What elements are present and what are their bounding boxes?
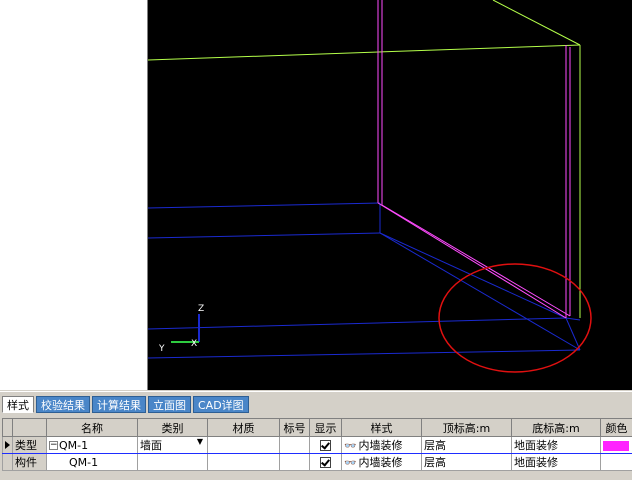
app-window: Z Y X 样式 校验结果 计算结果 立面图 CAD详图 名称 类别 — [0, 0, 632, 479]
header-category[interactable]: 类别 — [138, 419, 208, 437]
tab-calc-results[interactable]: 计算结果 — [92, 396, 146, 413]
top-elevation-cell[interactable]: 层高 — [422, 454, 512, 471]
row-indicator — [3, 437, 13, 454]
tab-style[interactable]: 样式 — [2, 396, 34, 413]
binoculars-icon: 👓 — [344, 458, 356, 469]
viewport-canvas[interactable]: Z Y X — [148, 0, 632, 390]
grade-cell[interactable] — [280, 437, 310, 454]
display-cell[interactable] — [310, 437, 342, 454]
name-value: QM-1 — [59, 439, 88, 452]
display-cell[interactable] — [310, 454, 342, 471]
color-cell[interactable] — [601, 454, 632, 471]
style-cell[interactable]: 👓内墙装修 — [342, 454, 422, 471]
name-cell[interactable]: −QM-1 — [47, 437, 138, 454]
header-bottom-elevation[interactable]: 底标高:m — [512, 419, 601, 437]
top-elevation-cell[interactable]: 层高 — [422, 437, 512, 454]
current-row-icon — [5, 441, 10, 449]
header-corner — [3, 419, 13, 437]
header-type-col — [13, 419, 47, 437]
row-type: 构件 — [13, 454, 47, 471]
row-indicator — [3, 454, 13, 471]
header-top-elevation[interactable]: 顶标高:m — [422, 419, 512, 437]
bottom-elevation-cell[interactable]: 地面装修 — [512, 437, 601, 454]
display-checkbox[interactable] — [320, 440, 331, 451]
grid-header-row: 名称 类别 材质 标号 显示 样式 顶标高:m 底标高:m 颜色 — [3, 419, 632, 437]
axis-x-label: X — [191, 339, 197, 349]
floor-wireframe — [148, 203, 580, 358]
material-cell[interactable] — [208, 437, 280, 454]
properties-panel: 样式 校验结果 计算结果 立面图 CAD详图 名称 类别 材质 标号 显示 样式… — [0, 391, 632, 480]
category-cell[interactable] — [138, 454, 208, 471]
category-value: 墙面 — [140, 439, 162, 452]
properties-grid: 名称 类别 材质 标号 显示 样式 顶标高:m 底标高:m 颜色 类型 −QM-… — [2, 418, 632, 471]
wall-top-edge — [148, 0, 580, 318]
wall-finish-outline — [378, 0, 570, 318]
header-display[interactable]: 显示 — [310, 419, 342, 437]
name-cell[interactable]: QM-1 — [47, 454, 138, 471]
axis-y-label: Y — [158, 344, 165, 354]
material-cell[interactable] — [208, 454, 280, 471]
header-color[interactable]: 颜色 — [601, 419, 632, 437]
component-tree-panel[interactable] — [0, 0, 148, 390]
row-type: 类型 — [13, 437, 47, 454]
grade-cell[interactable] — [280, 454, 310, 471]
style-value: 内墙装修 — [358, 456, 402, 469]
tab-elevation[interactable]: 立面图 — [148, 396, 191, 413]
category-cell[interactable]: 墙面 ▼ — [138, 437, 208, 454]
tab-cad-detail[interactable]: CAD详图 — [193, 396, 249, 413]
header-style[interactable]: 样式 — [342, 419, 422, 437]
header-name[interactable]: 名称 — [47, 419, 138, 437]
header-grade[interactable]: 标号 — [280, 419, 310, 437]
axis-z-label: Z — [198, 304, 204, 314]
3d-viewport[interactable]: Z Y X — [148, 0, 632, 390]
color-cell[interactable] — [601, 437, 632, 454]
tab-check-results[interactable]: 校验结果 — [36, 396, 90, 413]
color-swatch[interactable] — [603, 441, 629, 451]
display-checkbox[interactable] — [320, 457, 331, 468]
style-cell[interactable]: 👓内墙装修 — [342, 437, 422, 454]
binoculars-icon: 👓 — [344, 441, 356, 452]
style-value: 内墙装修 — [358, 439, 402, 452]
bottom-elevation-cell[interactable]: 地面装修 — [512, 454, 601, 471]
panel-tabs: 样式 校验结果 计算结果 立面图 CAD详图 — [2, 396, 251, 413]
dropdown-arrow-icon[interactable]: ▼ — [197, 437, 203, 446]
table-row[interactable]: 构件 QM-1 👓内墙装修 层高 地面装修 — [3, 454, 632, 471]
table-row[interactable]: 类型 −QM-1 墙面 ▼ 👓内墙装修 层高 地面装修 — [3, 437, 632, 454]
header-material[interactable]: 材质 — [208, 419, 280, 437]
collapse-icon[interactable]: − — [49, 441, 58, 450]
